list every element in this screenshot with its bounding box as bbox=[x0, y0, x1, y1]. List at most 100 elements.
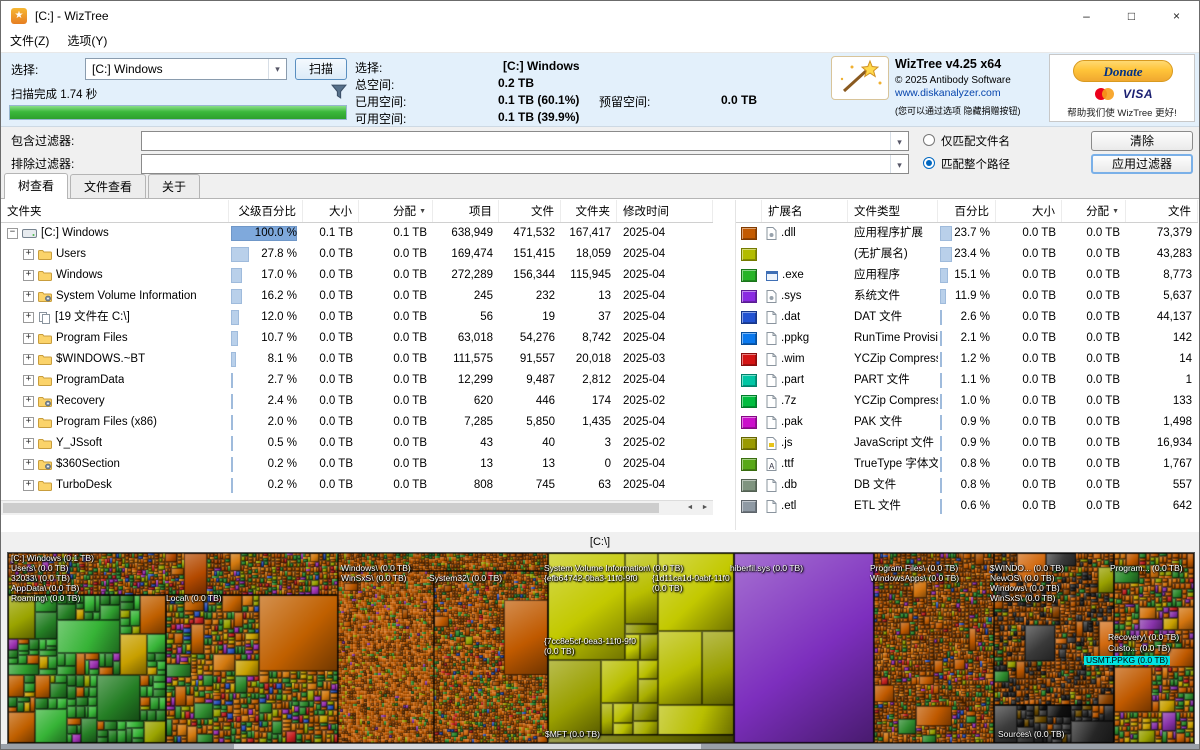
cell-items: 12,299 bbox=[433, 370, 499, 391]
expand-icon[interactable]: + bbox=[23, 333, 34, 344]
scan-button[interactable]: 扫描 bbox=[295, 58, 347, 80]
column-header[interactable]: 修改时间 bbox=[617, 200, 713, 222]
column-header[interactable]: 项目 bbox=[433, 200, 499, 222]
tab-content: 文件夹父级百分比大小分配▼项目文件文件夹修改时间 −[C:] Windows10… bbox=[1, 198, 1199, 532]
expand-icon[interactable]: + bbox=[23, 375, 34, 386]
tree-row[interactable]: +[19 文件在 C:\]12.0 %0.0 TB0.0 TB561937202… bbox=[1, 307, 713, 328]
tree-row[interactable]: +Y_JSsoft0.5 %0.0 TB0.0 TB434032025-02 bbox=[1, 433, 713, 454]
match-path-label: 匹配整个路径 bbox=[941, 156, 1010, 172]
include-filter-input[interactable]: ▾ bbox=[141, 131, 909, 151]
tree-row[interactable]: +Users27.8 %0.0 TB0.0 TB169,474151,41518… bbox=[1, 244, 713, 265]
column-header[interactable]: 大小 bbox=[996, 200, 1062, 222]
column-header[interactable]: 大小 bbox=[303, 200, 359, 222]
column-header[interactable]: 文件夹 bbox=[561, 200, 617, 222]
treemap-label: WinSxS\ (0.0 TB) bbox=[341, 574, 407, 583]
ext-row[interactable]: A.ttfTrueType 字体文0.8 %0.0 TB0.0 TB1,767 bbox=[736, 454, 1198, 475]
ext-row[interactable]: .wimYCZip Compress1.2 %0.0 TB0.0 TB14 bbox=[736, 349, 1198, 370]
cell-modified: 2025-04 bbox=[617, 370, 713, 391]
color-swatch bbox=[741, 269, 757, 282]
tree-row[interactable]: +Windows17.0 %0.0 TB0.0 TB272,289156,344… bbox=[1, 265, 713, 286]
minimize-button[interactable]: – bbox=[1064, 1, 1109, 31]
tab-0[interactable]: 树查看 bbox=[4, 173, 68, 199]
scroll-left-arrow[interactable]: ◄ bbox=[683, 501, 697, 515]
clear-filter-button[interactable]: 清除 bbox=[1091, 131, 1193, 151]
tree-row[interactable]: +Program Files (x86)2.0 %0.0 TB0.0 TB7,2… bbox=[1, 412, 713, 433]
maximize-button[interactable]: □ bbox=[1109, 1, 1154, 31]
cell-size: 0.0 TB bbox=[996, 412, 1062, 433]
match-filename-radio[interactable] bbox=[923, 134, 935, 146]
ext-row[interactable]: .dll应用程序扩展23.7 %0.0 TB0.0 TB73,379 bbox=[736, 223, 1198, 244]
tree-row[interactable]: +TurboDesk0.2 %0.0 TB0.0 TB808745632025-… bbox=[1, 475, 713, 496]
expand-icon[interactable]: + bbox=[23, 249, 34, 260]
drive-select[interactable]: [C:] Windows ▾ bbox=[85, 58, 287, 80]
tree-row[interactable]: +$360Section0.2 %0.0 TB0.0 TB131302025-0… bbox=[1, 454, 713, 475]
tab-2[interactable]: 关于 bbox=[148, 174, 200, 198]
close-button[interactable]: × bbox=[1154, 1, 1199, 31]
ext-row[interactable]: .dbDB 文件0.8 %0.0 TB0.0 TB557 bbox=[736, 475, 1198, 496]
donate-button[interactable]: Donate bbox=[1073, 60, 1173, 82]
color-swatch bbox=[741, 500, 757, 513]
ext-row[interactable]: .exe应用程序15.1 %0.0 TB0.0 TB8,773 bbox=[736, 265, 1198, 286]
cell-alloc: 0.0 TB bbox=[359, 265, 433, 286]
column-header[interactable] bbox=[736, 200, 762, 222]
expand-icon[interactable]: + bbox=[23, 480, 34, 491]
scrollbar-thumb[interactable] bbox=[3, 503, 659, 513]
bottom-scrollbar-thumb[interactable] bbox=[234, 744, 701, 750]
tree-row[interactable]: +Recovery2.4 %0.0 TB0.0 TB6204461742025-… bbox=[1, 391, 713, 412]
column-header[interactable]: 分配▼ bbox=[1062, 200, 1126, 222]
bottom-scrollbar[interactable] bbox=[1, 744, 1199, 750]
expand-icon[interactable]: + bbox=[23, 396, 34, 407]
wiztree-logo bbox=[831, 56, 889, 100]
match-path-radio[interactable] bbox=[923, 157, 935, 169]
treemap-label: System Volume Information\ (0.0 TB) bbox=[544, 564, 683, 573]
tree-row[interactable]: +ProgramData2.7 %0.0 TB0.0 TB12,2999,487… bbox=[1, 370, 713, 391]
percent-cell: 0.8 % bbox=[938, 475, 996, 496]
percent-cell: 2.0 % bbox=[229, 412, 303, 433]
expand-icon[interactable]: + bbox=[23, 354, 34, 365]
expand-icon[interactable]: + bbox=[23, 438, 34, 449]
cell-files: 43,283 bbox=[1126, 244, 1198, 265]
ext-row[interactable]: .sys系统文件11.9 %0.0 TB0.0 TB5,637 bbox=[736, 286, 1198, 307]
expand-icon[interactable]: + bbox=[23, 417, 34, 428]
tree-row[interactable]: −[C:] Windows100.0 %0.1 TB0.1 TB638,9494… bbox=[1, 223, 713, 244]
expand-icon[interactable]: + bbox=[23, 270, 34, 281]
ext-row[interactable]: .jsJavaScript 文件0.9 %0.0 TB0.0 TB16,934 bbox=[736, 433, 1198, 454]
tree-row[interactable]: +Program Files10.7 %0.0 TB0.0 TB63,01854… bbox=[1, 328, 713, 349]
column-header[interactable]: 文件 bbox=[499, 200, 561, 222]
filter-funnel-icon[interactable] bbox=[331, 84, 347, 99]
window-title: [C:] - WizTree bbox=[35, 9, 109, 23]
ext-row[interactable]: .7zYCZip Compress1.0 %0.0 TB0.0 TB133 bbox=[736, 391, 1198, 412]
ext-row[interactable]: .ppkgRunTime Provisi2.1 %0.0 TB0.0 TB142 bbox=[736, 328, 1198, 349]
website-link[interactable]: www.diskanalyzer.com bbox=[895, 87, 1001, 99]
cell-alloc: 0.0 TB bbox=[1062, 433, 1126, 454]
column-header[interactable]: 百分比 bbox=[938, 200, 996, 222]
scroll-right-arrow[interactable]: ► bbox=[698, 501, 712, 515]
ext-row[interactable]: .etlETL 文件0.6 %0.0 TB0.0 TB642 bbox=[736, 496, 1198, 517]
tree-row[interactable]: +System Volume Information16.2 %0.0 TB0.… bbox=[1, 286, 713, 307]
exclude-filter-input[interactable]: ▾ bbox=[141, 154, 909, 174]
ext-row[interactable]: (无扩展名)23.4 %0.0 TB0.0 TB43,283 bbox=[736, 244, 1198, 265]
folder-gear-icon bbox=[38, 459, 52, 470]
column-header[interactable]: 分配▼ bbox=[359, 200, 433, 222]
tree-horizontal-scrollbar[interactable]: ◄ ► bbox=[1, 500, 713, 515]
expand-icon[interactable]: + bbox=[23, 459, 34, 470]
folder-name-cell: +Users bbox=[1, 244, 229, 265]
expand-icon[interactable]: + bbox=[23, 312, 34, 323]
apply-filter-button[interactable]: 应用过滤器 bbox=[1091, 154, 1193, 174]
tab-1[interactable]: 文件查看 bbox=[70, 174, 146, 198]
column-header[interactable]: 父级百分比 bbox=[229, 200, 303, 222]
menu-item[interactable]: 选项(Y) bbox=[58, 31, 116, 52]
ext-row[interactable]: .pakPAK 文件0.9 %0.0 TB0.0 TB1,498 bbox=[736, 412, 1198, 433]
column-header[interactable]: 文件 bbox=[1126, 200, 1198, 222]
ext-row[interactable]: .partPART 文件1.1 %0.0 TB0.0 TB1 bbox=[736, 370, 1198, 391]
expand-icon[interactable]: + bbox=[23, 291, 34, 302]
ext-row[interactable]: .datDAT 文件2.6 %0.0 TB0.0 TB44,137 bbox=[736, 307, 1198, 328]
column-header[interactable]: 文件夹 bbox=[1, 200, 229, 222]
menu-item[interactable]: 文件(Z) bbox=[1, 31, 58, 52]
cell-alloc: 0.0 TB bbox=[359, 328, 433, 349]
column-header[interactable]: 扩展名 bbox=[762, 200, 848, 222]
column-header[interactable]: 文件类型 bbox=[848, 200, 938, 222]
collapse-icon[interactable]: − bbox=[7, 228, 18, 239]
folder-icon bbox=[38, 480, 52, 491]
tree-row[interactable]: +$WINDOWS.~BT8.1 %0.0 TB0.0 TB111,57591,… bbox=[1, 349, 713, 370]
